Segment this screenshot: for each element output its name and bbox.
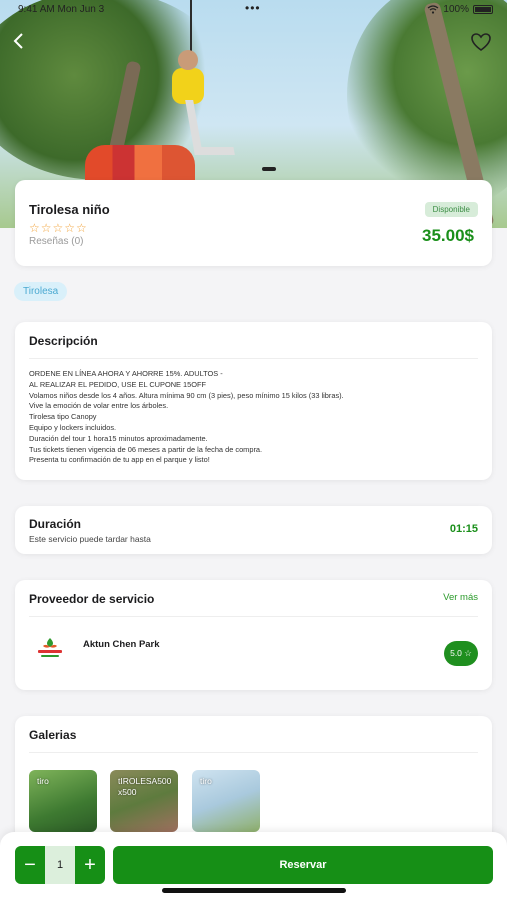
description-line: Vive la emoción de volar entre los árbol… [29, 401, 169, 411]
provider-title: Proveedor de servicio [29, 592, 155, 606]
description-line: Presenta tu confirmación de tu app en el… [29, 455, 210, 465]
increase-quantity-button[interactable]: + [75, 846, 105, 884]
duration-title: Duración [29, 517, 82, 531]
gallery-thumbnail[interactable]: tiro [192, 770, 260, 832]
description-line: Equipo y lockers incluidos. [29, 422, 117, 432]
reserve-button[interactable]: Reservar [113, 846, 493, 884]
duration-value: 01:15 [449, 523, 478, 535]
status-right: 100% [427, 4, 493, 15]
gallery-title: Galerias [29, 728, 77, 742]
gallery-thumbnail[interactable]: tiro [29, 770, 97, 832]
description-title: Descripción [29, 334, 98, 348]
gallery-thumbnail-label: tiro [200, 776, 212, 786]
description-line: Duración del tour 1 hora15 minutos aprox… [29, 433, 208, 443]
summary-card: Tirolesa niño ☆☆☆☆☆ Reseñas (0) Disponib… [15, 180, 492, 266]
heart-icon[interactable] [469, 30, 493, 54]
provider-rating-badge: 5.0 ☆ [444, 641, 478, 666]
back-chevron-icon[interactable] [8, 30, 30, 52]
gallery-thumbnail-label: tiro [37, 776, 49, 786]
description-card: Descripción ORDENE EN LÍNEA AHORA Y AHOR… [15, 322, 492, 480]
reviews-link[interactable]: Reseñas (0) [29, 236, 83, 247]
gallery-thumbnail[interactable]: tIROLESA500 x500 [110, 770, 178, 832]
status-bar: 9:41 AM Mon Jun 3 ••• 100% [0, 0, 507, 20]
description-line: Tirolesa tipo Canopy [29, 412, 97, 422]
decrease-quantity-button[interactable]: − [15, 846, 45, 884]
duration-card: Duración Este servicio puede tardar hast… [15, 506, 492, 554]
hero-child-head [178, 50, 198, 70]
description-line: ORDENE EN LÍNEA AHORA Y AHORRE 15%. ADUL… [29, 369, 223, 378]
product-price: 35.00$ [422, 226, 474, 245]
status-time: 9:41 AM Mon Jun 3 [18, 4, 105, 15]
product-title: Tirolesa niño [29, 202, 110, 217]
divider [29, 616, 478, 617]
hero-child-legs [185, 100, 235, 155]
star-rating-icon[interactable]: ☆☆☆☆☆ [29, 221, 88, 235]
battery-percent: 100% [443, 4, 469, 15]
multitask-dots-icon[interactable]: ••• [245, 1, 261, 15]
description-line: Tus tickets tienen vigencia de 06 meses … [29, 444, 263, 454]
duration-subtitle: Este servicio puede tardar hasta [29, 534, 151, 544]
see-more-link[interactable]: Ver más [443, 592, 478, 603]
provider-name[interactable]: Aktun Chen Park [83, 639, 160, 650]
provider-logo[interactable] [35, 636, 65, 660]
carousel-indicator [262, 167, 276, 171]
description-line: AL REALIZAR EL PEDIDO, USE EL CUPONE 15O… [29, 379, 207, 389]
quantity-stepper: − 1 + [15, 846, 105, 884]
divider [29, 358, 478, 359]
provider-card: Proveedor de servicio Ver más Aktun Chen… [15, 580, 492, 690]
availability-badge: Disponible [424, 202, 478, 217]
divider [29, 752, 478, 753]
hero-child [172, 68, 204, 104]
home-indicator[interactable] [162, 888, 346, 893]
wifi-icon [428, 5, 439, 14]
battery-icon [473, 5, 493, 14]
hero-people [85, 145, 195, 185]
description-line: Volamos niños desde los 4 años. Altura m… [29, 390, 344, 400]
category-tag[interactable]: Tirolesa [14, 282, 68, 301]
quantity-value[interactable]: 1 [45, 846, 75, 884]
gallery-thumbnail-label: tIROLESA500 x500 [118, 776, 172, 797]
description-text: ORDENE EN LÍNEA AHORA Y AHORRE 15%. ADUL… [29, 369, 478, 466]
